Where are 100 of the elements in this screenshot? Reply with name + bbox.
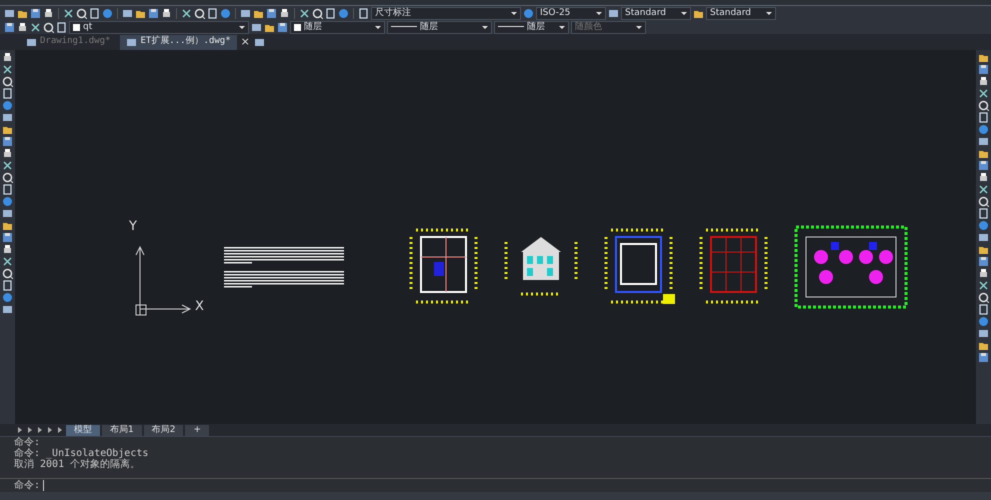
- magnifier-icon[interactable]: [2, 76, 13, 87]
- window-icon[interactable]: [2, 208, 13, 219]
- cross-icon[interactable]: [299, 8, 310, 18]
- color-swatch-icon: [294, 24, 301, 30]
- window-icon[interactable]: [240, 8, 251, 18]
- sheet-icon[interactable]: [358, 8, 369, 18]
- window-icon[interactable]: [251, 22, 262, 32]
- printer-icon[interactable]: [161, 8, 172, 18]
- printer-icon[interactable]: [2, 148, 13, 159]
- cross-icon[interactable]: [2, 160, 13, 171]
- axis-label: Y: [129, 218, 138, 236]
- line-sample-icon: [391, 26, 417, 28]
- window-icon[interactable]: [978, 136, 989, 147]
- layer-dropdown[interactable]: qt: [69, 20, 249, 34]
- window-icon[interactable]: [978, 328, 989, 339]
- magnifier-icon[interactable]: [978, 292, 989, 303]
- sheet-icon[interactable]: [207, 8, 218, 18]
- printer-icon[interactable]: [978, 268, 989, 279]
- magnifier-icon[interactable]: [2, 268, 13, 279]
- magnifier-icon[interactable]: [43, 22, 54, 32]
- floppy-icon[interactable]: [978, 256, 989, 267]
- printer-icon[interactable]: [279, 8, 290, 18]
- folder-icon[interactable]: [978, 148, 989, 159]
- floppy-icon[interactable]: [978, 64, 989, 75]
- table-style-dropdown[interactable]: Standard: [621, 6, 691, 20]
- command-prompt: 命令:: [14, 479, 40, 493]
- floppy-icon[interactable]: [978, 352, 989, 363]
- sheet-icon[interactable]: [2, 88, 13, 99]
- color-dropdown[interactable]: 随层: [290, 20, 385, 34]
- caret-icon: [511, 12, 517, 14]
- caret-icon: [482, 26, 488, 28]
- folder-icon[interactable]: [2, 124, 13, 135]
- folder-icon[interactable]: [978, 52, 989, 63]
- printer-icon[interactable]: [17, 22, 28, 32]
- folder-icon[interactable]: [2, 220, 13, 231]
- cross-icon[interactable]: [63, 8, 74, 18]
- folder-icon[interactable]: [978, 244, 989, 255]
- sheet-icon[interactable]: [56, 22, 67, 32]
- command-history-line: 命令:: [14, 437, 42, 448]
- command-history-line: 命令: _UnIsolateObjects: [14, 448, 150, 459]
- floppy-icon[interactable]: [277, 22, 288, 32]
- multileader-style-dropdown[interactable]: Standard: [706, 6, 776, 20]
- command-history-line: 取消 2001 个对象的隔离。: [14, 459, 142, 470]
- caret-icon: [636, 26, 642, 28]
- floppy-icon[interactable]: [2, 136, 13, 147]
- window-icon[interactable]: [608, 8, 619, 18]
- sheet-icon[interactable]: [325, 8, 336, 18]
- linetype-dropdown[interactable]: 随层: [387, 20, 492, 34]
- caret-icon: [596, 12, 602, 14]
- printer-icon[interactable]: [978, 76, 989, 87]
- magnifier-icon[interactable]: [76, 8, 87, 18]
- window-icon[interactable]: [4, 8, 15, 18]
- lineweight-dropdown[interactable]: 随层: [494, 20, 569, 34]
- floppy-icon[interactable]: [148, 8, 159, 18]
- cross-icon[interactable]: [2, 64, 13, 75]
- dimension-style-dropdown[interactable]: ISO-25: [536, 6, 606, 20]
- text-style-dropdown[interactable]: 尺寸标注: [371, 6, 521, 20]
- close-button[interactable]: ×: [240, 34, 250, 50]
- cross-icon[interactable]: [978, 280, 989, 291]
- floppy-icon[interactable]: [2, 232, 13, 243]
- magnifier-icon[interactable]: [312, 8, 323, 18]
- floppy-icon[interactable]: [266, 8, 277, 18]
- window-icon[interactable]: [978, 232, 989, 243]
- magnifier-icon[interactable]: [194, 8, 205, 18]
- cross-icon[interactable]: [978, 184, 989, 195]
- window-icon[interactable]: [2, 304, 13, 315]
- floppy-icon[interactable]: [4, 22, 15, 32]
- printer-icon[interactable]: [2, 244, 13, 255]
- caret-icon: [559, 26, 565, 28]
- cross-icon[interactable]: [978, 88, 989, 99]
- sheet-icon[interactable]: [2, 184, 13, 195]
- magnifier-icon[interactable]: [2, 172, 13, 183]
- floppy-icon[interactable]: [30, 8, 41, 18]
- sheet-icon[interactable]: [978, 112, 989, 123]
- magnifier-icon[interactable]: [978, 196, 989, 207]
- printer-icon[interactable]: [978, 172, 989, 183]
- document-tab[interactable]: ET扩展...例）.dwg*: [120, 34, 237, 50]
- new-tab-icon[interactable]: [254, 36, 265, 48]
- layout-tab[interactable]: 布局2: [144, 424, 184, 436]
- cross-icon[interactable]: [181, 8, 192, 18]
- sheet-icon[interactable]: [978, 208, 989, 219]
- window-icon[interactable]: [122, 8, 133, 18]
- layout-tab[interactable]: 布局1: [102, 424, 142, 436]
- magnifier-icon[interactable]: [978, 100, 989, 111]
- folder-icon[interactable]: [978, 340, 989, 351]
- sheet-icon[interactable]: [978, 304, 989, 315]
- cross-icon[interactable]: [2, 256, 13, 267]
- drawing-file-icon: [26, 36, 37, 48]
- layout-tab[interactable]: 模型: [66, 424, 100, 436]
- sheet-icon[interactable]: [2, 280, 13, 291]
- caret-icon: [766, 12, 772, 14]
- printer-icon[interactable]: [2, 52, 13, 63]
- printer-icon[interactable]: [43, 8, 54, 18]
- window-icon[interactable]: [2, 112, 13, 123]
- cross-icon[interactable]: [30, 22, 41, 32]
- layout-tab[interactable]: +: [185, 424, 210, 436]
- floppy-icon[interactable]: [978, 160, 989, 171]
- sheet-icon[interactable]: [89, 8, 100, 18]
- caret-icon: [375, 26, 381, 28]
- line-sample-icon: [498, 26, 524, 28]
